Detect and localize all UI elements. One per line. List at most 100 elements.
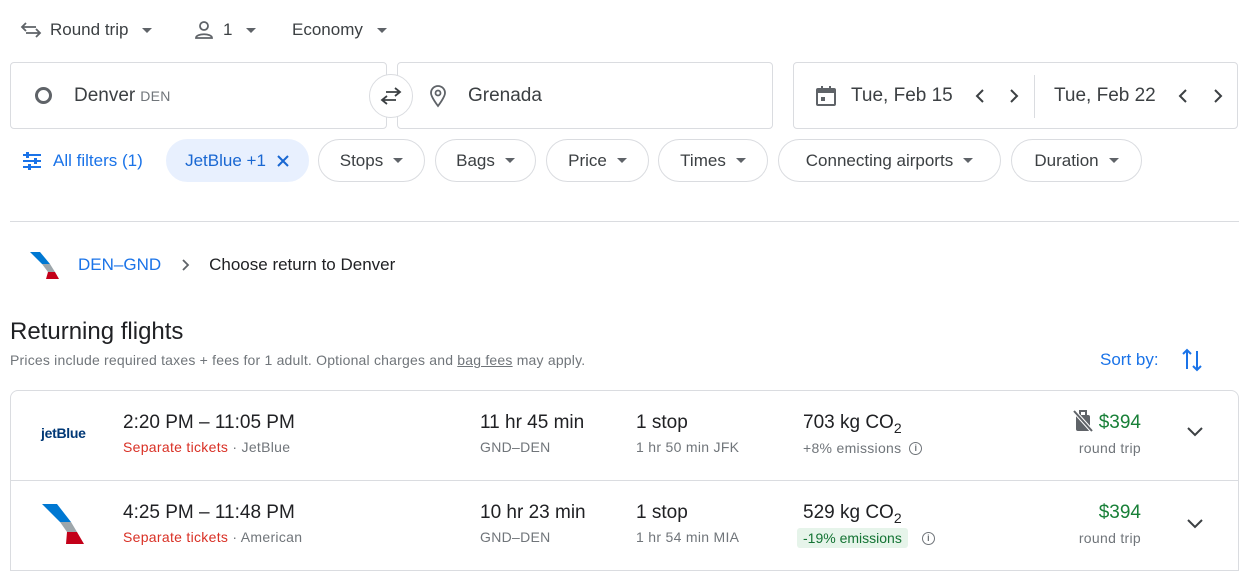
price-disclaimer-end: may apply. xyxy=(512,352,586,368)
chevron-right-icon xyxy=(1010,89,1019,103)
times-filter-chip[interactable]: Times xyxy=(658,139,768,182)
emissions-delta-label: +8% emissions xyxy=(803,440,902,456)
destination-city: Grenada xyxy=(468,84,542,106)
close-icon[interactable] xyxy=(276,154,290,168)
origin-code: DEN xyxy=(140,87,171,104)
chevron-right-icon xyxy=(1214,89,1223,103)
flight-result-row[interactable]: jetBlue 2:20 PM – 11:05 PM Separate tick… xyxy=(10,390,1239,481)
price-note: round trip xyxy=(1078,440,1141,456)
flight-result-row[interactable]: 4:25 PM – 11:48 PM Separate tickets · Am… xyxy=(10,480,1239,571)
layover-info: 1 hr 54 min MIA xyxy=(636,529,740,545)
american-airlines-logo xyxy=(41,503,85,545)
airline-filter-chip[interactable]: JetBlue +1 xyxy=(166,139,309,182)
stops-filter-chip[interactable]: Stops xyxy=(318,139,425,182)
tune-filters-icon xyxy=(22,152,42,170)
trip-type-select[interactable]: Round trip xyxy=(20,14,153,46)
all-filters-button[interactable]: All filters (1) xyxy=(22,149,143,173)
emissions-delta: +8% emissions i xyxy=(803,440,923,456)
duration-filter-chip[interactable]: Duration xyxy=(1011,139,1142,182)
section-divider xyxy=(10,221,1239,222)
chevron-down-icon xyxy=(1108,158,1119,163)
emissions-amount: 529 kg CO xyxy=(803,502,894,523)
breadcrumb-current: Choose return to Denver xyxy=(209,255,396,274)
emissions-amount: 703 kg CO xyxy=(803,412,894,433)
chevron-down-icon xyxy=(376,27,387,33)
chevron-down-icon xyxy=(504,158,515,163)
origin-field[interactable]: Denver DEN xyxy=(10,62,387,129)
emissions-subscript: 2 xyxy=(893,419,902,436)
breadcrumb: DEN–GND Choose return to Denver xyxy=(28,249,395,281)
separate-tickets-label: Separate tickets xyxy=(123,529,229,545)
flight-route: GND–DEN xyxy=(480,439,551,455)
stops-filter-label: Stops xyxy=(339,150,384,170)
return-date[interactable]: Tue, Feb 22 xyxy=(1054,85,1156,107)
expand-details-button[interactable] xyxy=(1186,426,1204,438)
flight-route: GND–DEN xyxy=(480,529,551,545)
airline-filter-label: JetBlue +1 xyxy=(185,150,266,170)
chevron-down-icon xyxy=(393,158,404,163)
no-carry-on-bag-icon xyxy=(1072,409,1094,433)
emissions-value: 703 kg CO2 xyxy=(803,412,902,436)
passenger-select[interactable]: 1 xyxy=(193,14,257,46)
emissions-subscript: 2 xyxy=(893,509,902,526)
depart-next-day-button[interactable] xyxy=(1008,87,1020,105)
chevron-left-icon xyxy=(1178,89,1187,103)
depart-prev-day-button[interactable] xyxy=(974,87,986,105)
emissions-delta: -19% emissions i xyxy=(797,528,935,548)
price-note: round trip xyxy=(1078,530,1141,546)
info-icon[interactable]: i xyxy=(921,531,935,545)
sort-label: Sort by: xyxy=(1100,350,1159,369)
ticket-info: Separate tickets · American xyxy=(123,529,303,545)
info-icon[interactable]: i xyxy=(909,441,923,455)
flight-price: $394 xyxy=(1098,502,1141,523)
swap-arrows-icon xyxy=(20,20,42,40)
trip-type-label: Round trip xyxy=(50,20,129,39)
price-disclaimer-text: Prices include required taxes + fees for… xyxy=(10,352,458,368)
separate-tickets-label: Separate tickets xyxy=(123,439,229,455)
person-icon xyxy=(193,19,215,41)
origin-city: Denver xyxy=(74,84,136,106)
cabin-class-select[interactable]: Economy xyxy=(292,14,387,46)
expand-details-button[interactable] xyxy=(1186,518,1204,530)
chevron-down-icon xyxy=(735,158,746,163)
bags-filter-chip[interactable]: Bags xyxy=(435,139,536,182)
price-filter-chip[interactable]: Price xyxy=(546,139,649,182)
flight-duration: 10 hr 23 min xyxy=(480,502,586,523)
return-next-day-button[interactable] xyxy=(1212,87,1224,105)
ticket-info: Separate tickets · JetBlue xyxy=(123,439,291,455)
swap-origin-destination-button[interactable] xyxy=(369,74,413,118)
breadcrumb-route-link[interactable]: DEN–GND xyxy=(78,255,161,275)
chevron-down-icon xyxy=(142,27,153,33)
emissions-delta-badge: -19% emissions xyxy=(797,528,908,548)
depart-date[interactable]: Tue, Feb 15 xyxy=(851,85,953,107)
chevron-right-icon xyxy=(181,258,191,272)
jetblue-logo: jetBlue xyxy=(41,425,86,441)
passenger-count: 1 xyxy=(223,20,233,39)
duration-filter-label: Duration xyxy=(1034,150,1099,170)
calendar-icon xyxy=(814,84,838,108)
flight-duration: 11 hr 45 min xyxy=(480,412,585,433)
layover-info: 1 hr 50 min JFK xyxy=(636,439,740,455)
date-field[interactable]: Tue, Feb 15 Tue, Feb 22 xyxy=(793,62,1238,129)
chevron-down-icon xyxy=(1187,519,1203,529)
all-filters-label: All filters (1) xyxy=(53,151,143,170)
airline-name: JetBlue xyxy=(241,439,291,455)
swap-icon xyxy=(379,86,403,106)
american-airlines-logo xyxy=(28,250,60,280)
destination-field[interactable]: Grenada xyxy=(397,62,773,129)
bag-fees-link[interactable]: bag fees xyxy=(457,352,512,368)
connecting-airports-filter-label: Connecting airports xyxy=(805,150,954,170)
bags-filter-label: Bags xyxy=(456,150,495,170)
results-heading: Returning flights xyxy=(10,318,184,345)
connecting-airports-filter-chip[interactable]: Connecting airports xyxy=(778,139,1001,182)
chevron-down-icon xyxy=(246,27,257,33)
chevron-down-icon xyxy=(963,158,974,163)
date-divider xyxy=(1034,75,1035,118)
flight-times: 4:25 PM – 11:48 PM xyxy=(123,502,295,523)
flight-times: 2:20 PM – 11:05 PM xyxy=(123,412,295,433)
chevron-left-icon xyxy=(975,89,984,103)
flight-stops: 1 stop xyxy=(636,412,688,433)
sort-button[interactable]: Sort by: xyxy=(1100,346,1203,374)
return-prev-day-button[interactable] xyxy=(1177,87,1189,105)
origin-circle-icon xyxy=(35,87,52,104)
